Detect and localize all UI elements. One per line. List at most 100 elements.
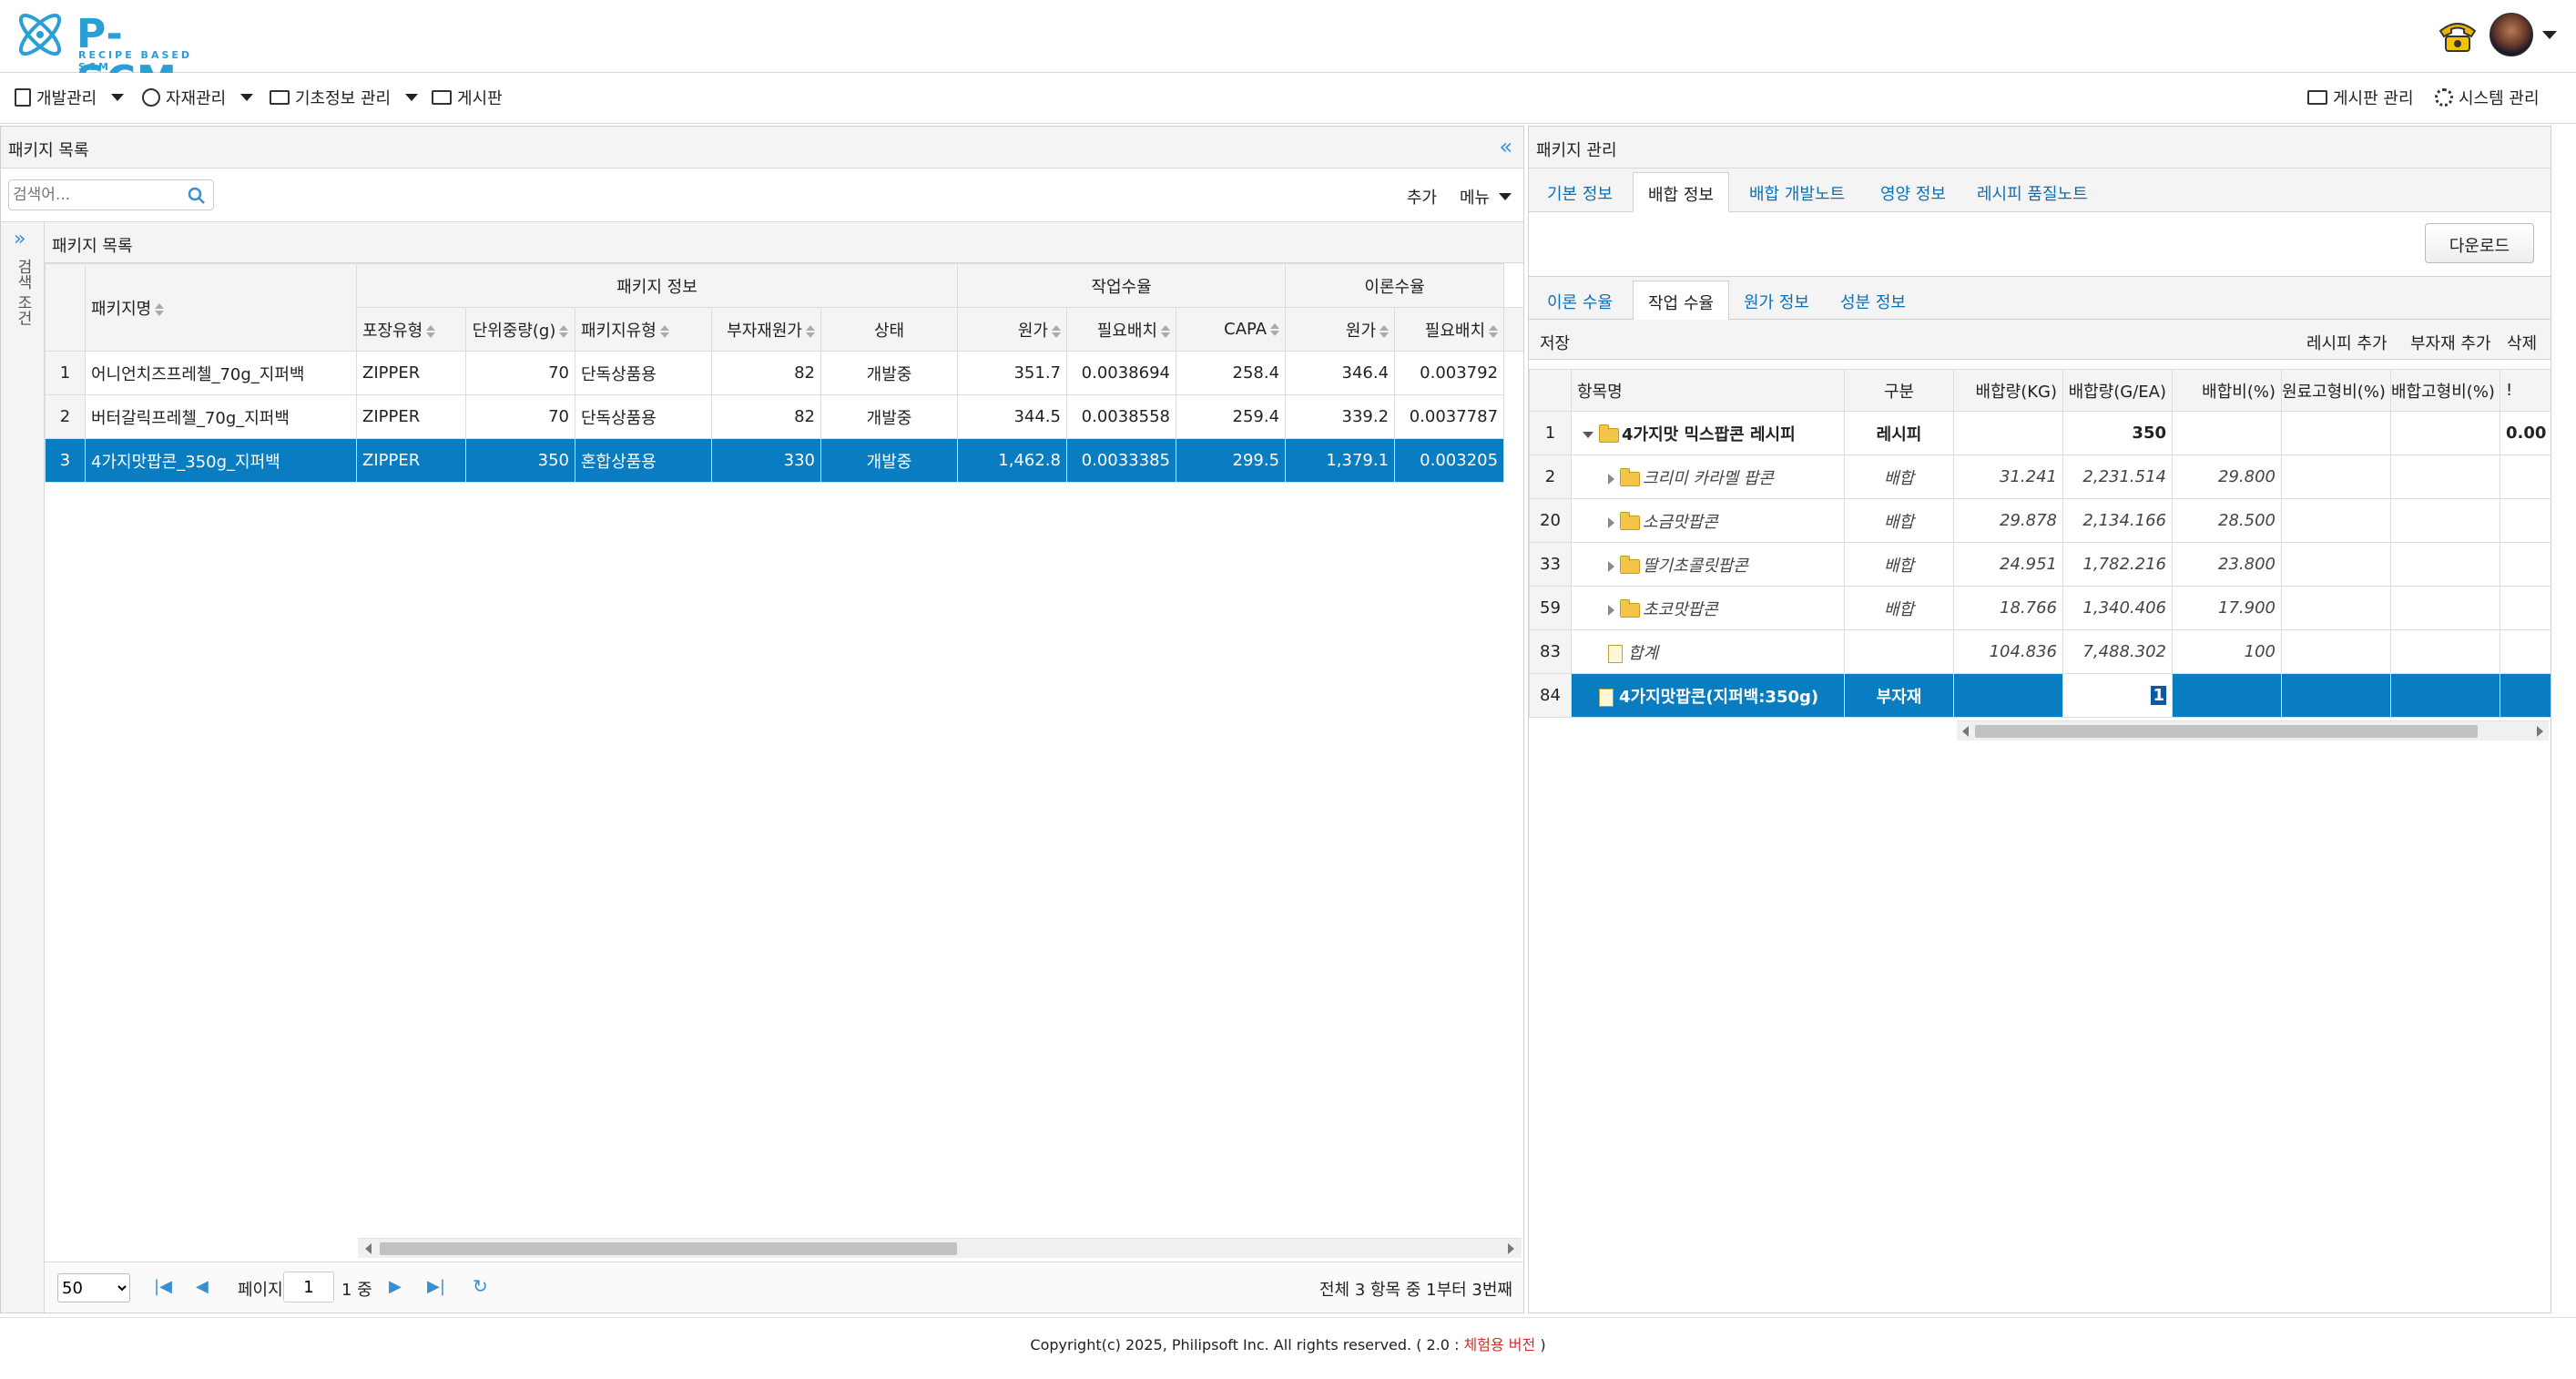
extra-cell[interactable] <box>2500 586 2551 630</box>
page-size-select[interactable]: 50 <box>57 1273 130 1302</box>
material-solid-cell[interactable] <box>2281 586 2391 630</box>
scroll-right-icon[interactable] <box>1508 1243 1514 1254</box>
tree-row[interactable]: 59 초코맛팝콘 배합 18.766 1,340.406 17.900 <box>1529 586 2551 630</box>
sort-icon[interactable] <box>426 325 435 338</box>
item-name-cell[interactable]: 소금맛팝콘 <box>1571 498 1845 543</box>
package-type-cell[interactable]: 단독상품용 <box>575 351 712 395</box>
double-chevron-left-icon[interactable]: « <box>1499 134 1512 159</box>
user-avatar[interactable] <box>2489 13 2533 56</box>
column-header-theory-batch[interactable]: 필요배치 <box>1394 307 1505 352</box>
search-icon[interactable] <box>188 187 206 205</box>
tree-row[interactable]: 2 크리미 카라멜 팝콘 배합 31.241 2,231.514 29.800 <box>1529 455 2551 499</box>
package-type-cell[interactable]: 단독상품용 <box>575 394 712 439</box>
tab-quality-note[interactable]: 레시피 품질노트 <box>1962 172 2103 212</box>
category-cell[interactable]: 레시피 <box>1844 411 1954 455</box>
first-page-icon[interactable]: |◀ <box>154 1277 172 1296</box>
category-cell[interactable]: 배합 <box>1844 586 1954 630</box>
recipe-solid-cell[interactable] <box>2390 629 2500 674</box>
material-solid-cell[interactable] <box>2281 455 2391 499</box>
recipe-solid-cell[interactable] <box>2390 411 2500 455</box>
capa-cell[interactable]: 258.4 <box>1175 351 1287 395</box>
extra-cell[interactable] <box>2500 542 2551 587</box>
column-header-work-batch[interactable]: 필요배치 <box>1066 307 1176 352</box>
material-solid-cell[interactable] <box>2281 673 2391 718</box>
sort-icon[interactable] <box>155 303 164 316</box>
capa-cell[interactable]: 259.4 <box>1175 394 1287 439</box>
status-cell[interactable]: 개발중 <box>820 438 958 483</box>
subtab-ingredient-info[interactable]: 성분 정보 <box>1826 281 1920 321</box>
recipe-solid-cell[interactable] <box>2390 586 2500 630</box>
work-batch-cell[interactable]: 0.0033385 <box>1066 438 1176 483</box>
sort-icon[interactable] <box>559 325 568 338</box>
tree-row[interactable]: 33 딸기초콜릿팝콘 배합 24.951 1,782.216 23.800 <box>1529 542 2551 587</box>
work-cost-cell[interactable]: 351.7 <box>957 351 1067 395</box>
extra-cell[interactable]: 0.00 <box>2500 411 2551 455</box>
amount-kg-cell[interactable] <box>1953 673 2063 718</box>
expand-toggle-icon[interactable] <box>1608 604 1614 616</box>
amount-kg-cell[interactable] <box>1953 411 2063 455</box>
item-name-cell[interactable]: 딸기초콜릿팝콘 <box>1571 542 1845 587</box>
subtab-cost-info[interactable]: 원가 정보 <box>1729 281 1824 321</box>
subtab-work-yield[interactable]: 작업 수율 <box>1633 281 1729 321</box>
add-button[interactable]: 추가 <box>1407 185 1437 209</box>
category-cell[interactable]: 배합 <box>1844 542 1954 587</box>
column-header-work-cost[interactable]: 원가 <box>957 307 1067 352</box>
subtab-theory-yield[interactable]: 이론 수율 <box>1532 281 1627 321</box>
phone-icon[interactable] <box>2437 18 2479 55</box>
capa-cell[interactable]: 299.5 <box>1175 438 1287 483</box>
amount-kg-cell[interactable]: 18.766 <box>1953 586 2063 630</box>
scroll-left-icon[interactable] <box>365 1243 372 1254</box>
horizontal-scrollbar[interactable] <box>358 1238 1522 1258</box>
extra-cell[interactable] <box>2500 455 2551 499</box>
table-row[interactable]: 2 버터갈릭프레첼_70g_지퍼백 ZIPPER 70 단독상품용 82 개발중 344.5 0… <box>45 394 1524 439</box>
material-solid-cell[interactable] <box>2281 629 2391 674</box>
sub-cost-cell[interactable]: 82 <box>711 351 821 395</box>
amount-kg-cell[interactable]: 31.241 <box>1953 455 2063 499</box>
tree-row[interactable]: 83 합계 104.836 7,488.302 100 <box>1529 629 2551 674</box>
sort-icon[interactable] <box>806 325 815 338</box>
search-conditions-strip[interactable]: » 검색 조건 <box>1 221 45 1313</box>
app-logo[interactable]: P-SCM RECIPE BASED SCM <box>13 7 222 104</box>
menu-dev-management[interactable]: 개발관리 <box>15 86 125 109</box>
amount-kg-cell[interactable]: 104.836 <box>1953 629 2063 674</box>
package-name-cell[interactable]: 버터갈릭프레첼_70g_지퍼백 <box>85 394 357 439</box>
recipe-solid-cell[interactable] <box>2390 455 2500 499</box>
delete-button[interactable]: 삭제 <box>2507 331 2537 354</box>
amount-gea-cell[interactable]: 2,231.514 <box>2062 455 2173 499</box>
material-solid-cell[interactable] <box>2281 542 2391 587</box>
next-page-icon[interactable]: ▶ <box>389 1277 402 1296</box>
column-header-status[interactable]: 상태 <box>820 307 958 352</box>
sort-icon[interactable] <box>1380 325 1389 338</box>
collapse-toggle-icon[interactable] <box>1583 432 1593 438</box>
horizontal-scrollbar[interactable] <box>1957 720 2549 741</box>
theory-cost-cell[interactable]: 1,379.1 <box>1285 438 1396 483</box>
unit-weight-cell[interactable]: 70 <box>465 394 575 439</box>
table-row[interactable]: 1 어니언치즈프레첼_70g_지퍼백 ZIPPER 70 단독상품용 82 개발중 351.7… <box>45 351 1524 395</box>
tab-basic-info[interactable]: 기본 정보 <box>1532 172 1627 212</box>
sort-icon[interactable] <box>1270 323 1279 336</box>
extra-cell[interactable] <box>2500 673 2551 718</box>
item-name-cell[interactable]: 초코맛팝콘 <box>1571 586 1845 630</box>
amount-kg-cell[interactable]: 24.951 <box>1953 542 2063 587</box>
theory-batch-cell[interactable]: 0.0037787 <box>1394 394 1505 439</box>
scroll-right-icon[interactable] <box>2537 726 2543 737</box>
menu-board[interactable]: 게시판 <box>432 86 503 109</box>
work-cost-cell[interactable]: 344.5 <box>957 394 1067 439</box>
refresh-icon[interactable]: ↻ <box>473 1275 488 1297</box>
ratio-cell[interactable]: 29.800 <box>2172 455 2282 499</box>
extra-cell[interactable] <box>2500 498 2551 543</box>
theory-batch-cell[interactable]: 0.003205 <box>1394 438 1505 483</box>
column-header-package-type[interactable]: 패키지유형 <box>575 307 712 352</box>
ratio-cell[interactable]: 100 <box>2172 629 2282 674</box>
category-cell[interactable]: 배합 <box>1844 498 1954 543</box>
menu-material-management[interactable]: 자재관리 <box>142 86 254 109</box>
unit-weight-cell[interactable]: 70 <box>465 351 575 395</box>
add-subsidiary-button[interactable]: 부자재 추가 <box>2410 331 2491 354</box>
tab-recipe-dev-note[interactable]: 배합 개발노트 <box>1735 172 1859 212</box>
search-input[interactable] <box>13 182 177 208</box>
recipe-solid-cell[interactable] <box>2390 498 2500 543</box>
tree-row[interactable]: 20 소금맛팝콘 배합 29.878 2,134.166 28.500 <box>1529 498 2551 543</box>
sort-icon[interactable] <box>660 325 669 338</box>
menu-basic-info[interactable]: 기초정보 관리 <box>270 86 419 109</box>
category-cell[interactable]: 배합 <box>1844 455 1954 499</box>
